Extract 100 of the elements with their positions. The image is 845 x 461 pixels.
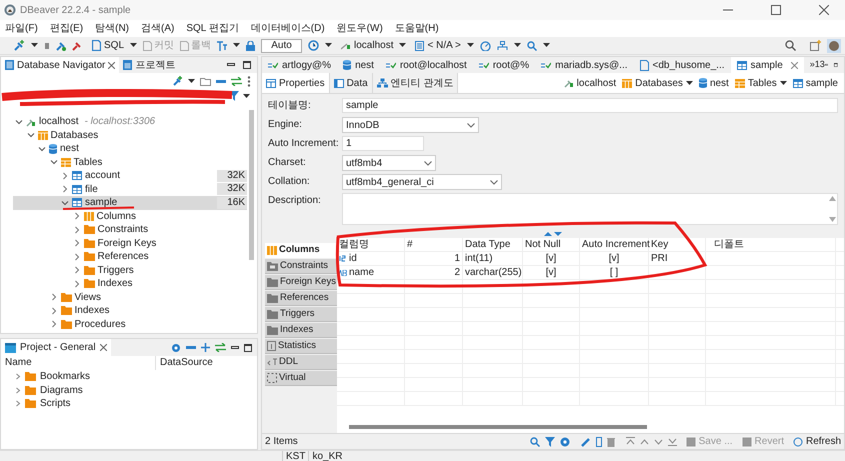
clock-icon[interactable] bbox=[308, 40, 320, 51]
editor-tab[interactable]: mariadb.sys@... bbox=[535, 57, 634, 73]
expand-icon[interactable] bbox=[201, 343, 210, 352]
menu-item[interactable]: 검색(A) bbox=[141, 21, 174, 36]
caret-icon[interactable] bbox=[542, 43, 550, 48]
lock-icon[interactable] bbox=[246, 40, 256, 50]
caret-icon[interactable] bbox=[514, 43, 521, 48]
menu-item[interactable]: 윈도우(W) bbox=[336, 21, 383, 36]
side-tab[interactable]: Virtual bbox=[265, 371, 337, 386]
chevron-right-icon[interactable] bbox=[72, 239, 80, 248]
caret-icon[interactable] bbox=[233, 43, 240, 48]
folder-outline-icon[interactable] bbox=[200, 77, 211, 86]
minimize-icon[interactable] bbox=[824, 63, 828, 67]
chevron-down-icon[interactable] bbox=[38, 144, 46, 153]
scroll-down-icon[interactable] bbox=[828, 217, 836, 222]
editor-tab[interactable]: <db_husome_... bbox=[634, 57, 731, 73]
menu-item[interactable]: 데이터베이스(D) bbox=[250, 21, 325, 36]
search-icon[interactable] bbox=[526, 40, 537, 50]
gear-icon[interactable] bbox=[171, 342, 181, 352]
tree-item[interactable]: account bbox=[85, 168, 120, 184]
chevron-down-icon[interactable] bbox=[61, 198, 69, 207]
tree-item[interactable]: Databases bbox=[50, 128, 98, 143]
menu-item[interactable]: 탐색(N) bbox=[95, 21, 130, 36]
tree-item[interactable]: Procedures bbox=[74, 316, 126, 332]
close-icon[interactable] bbox=[108, 62, 116, 68]
chevron-down-icon[interactable] bbox=[15, 118, 23, 126]
filter-icon[interactable] bbox=[229, 91, 240, 101]
schema-selector[interactable]: < N/A > bbox=[415, 38, 461, 53]
project-tab[interactable]: Project - General bbox=[1, 339, 111, 356]
link-arrows-icon[interactable] bbox=[215, 343, 226, 352]
chevron-right-icon[interactable] bbox=[72, 266, 80, 274]
disconnect-icon[interactable] bbox=[72, 40, 82, 50]
refresh-button[interactable]: Refresh bbox=[792, 434, 841, 449]
chevron-right-icon[interactable] bbox=[72, 226, 80, 234]
minimize-icon[interactable] bbox=[227, 63, 235, 67]
sub-tab[interactable]: Data bbox=[330, 73, 373, 93]
pencil-icon[interactable] bbox=[580, 436, 591, 446]
tree-item[interactable]: Tables bbox=[74, 154, 102, 170]
breadcrumb-item[interactable]: sample bbox=[792, 76, 838, 90]
search-icon[interactable] bbox=[785, 40, 796, 51]
editor-tab[interactable]: root@% bbox=[472, 57, 536, 73]
tab-overflow-button[interactable]: »13 bbox=[810, 58, 825, 72]
caret-icon[interactable] bbox=[780, 80, 787, 86]
column-header[interactable]: 컬럼명 bbox=[337, 238, 405, 251]
column-header[interactable]: Auto Increment bbox=[580, 238, 649, 251]
caret-icon[interactable] bbox=[466, 43, 474, 48]
mode-field[interactable]: Auto bbox=[261, 38, 302, 52]
connection-selector[interactable]: localhost bbox=[341, 38, 394, 53]
breadcrumb-item[interactable]: Databases bbox=[622, 76, 693, 90]
text-field[interactable]: sample bbox=[342, 98, 838, 113]
side-tab[interactable]: Statistics bbox=[265, 339, 337, 354]
scroll-up-icon[interactable] bbox=[828, 196, 836, 201]
maximize-icon[interactable] bbox=[244, 344, 252, 352]
dropdown[interactable]: utf8mb4 bbox=[342, 155, 436, 171]
caret-icon[interactable] bbox=[243, 94, 250, 98]
menu-item[interactable]: 편집(E) bbox=[50, 21, 84, 36]
tree-item[interactable]: Diagrams bbox=[40, 382, 83, 398]
chevron-right-icon[interactable] bbox=[61, 172, 69, 180]
chevron-down-icon[interactable] bbox=[50, 158, 58, 166]
column-header[interactable]: Not Null bbox=[523, 238, 580, 251]
maximize-icon[interactable] bbox=[834, 61, 838, 69]
tree-item[interactable]: Indexes bbox=[74, 303, 110, 318]
text-field[interactable]: 1 bbox=[342, 136, 424, 151]
tree-item-selected[interactable]: sample 16K bbox=[13, 196, 247, 210]
caret-icon[interactable] bbox=[31, 43, 38, 48]
side-tab[interactable]: Constraints bbox=[265, 259, 337, 274]
filter-icon[interactable] bbox=[544, 436, 555, 446]
tree-item[interactable]: nest bbox=[60, 141, 79, 156]
close-icon[interactable] bbox=[819, 5, 829, 15]
column-header[interactable]: # bbox=[405, 238, 463, 251]
plug-add-icon[interactable] bbox=[172, 76, 183, 87]
chevron-right-icon[interactable] bbox=[50, 320, 58, 328]
text-area[interactable] bbox=[342, 193, 838, 225]
chevron-right-icon[interactable] bbox=[72, 280, 80, 288]
tree-item[interactable]: Bookmarks bbox=[40, 369, 90, 384]
hierarchy-icon[interactable] bbox=[496, 40, 508, 50]
tree-item[interactable]: Scripts bbox=[40, 396, 71, 412]
chevron-right-icon[interactable] bbox=[61, 185, 69, 194]
maximize-icon[interactable] bbox=[771, 5, 781, 15]
transaction-icon[interactable] bbox=[217, 40, 228, 50]
breadcrumb-item[interactable]: nest bbox=[698, 76, 729, 90]
caret-icon[interactable] bbox=[325, 43, 332, 48]
menu-item[interactable]: 도움말(H) bbox=[394, 21, 439, 36]
editor-tab[interactable]: root@localhost bbox=[380, 57, 473, 73]
sql-editor-button[interactable]: SQL bbox=[92, 38, 124, 53]
dropdown[interactable]: utf8mb4_general_ci bbox=[342, 174, 502, 190]
column-header[interactable]: Data Type bbox=[463, 238, 523, 251]
move-bottom-icon[interactable] bbox=[668, 437, 677, 446]
tree-item[interactable]: file bbox=[85, 182, 98, 197]
tree-item[interactable]: localhost bbox=[39, 114, 78, 130]
menu-item[interactable]: 파일(F) bbox=[5, 21, 38, 36]
trash-icon[interactable] bbox=[606, 436, 615, 446]
maximize-icon[interactable] bbox=[243, 61, 251, 69]
tree-item[interactable]: Triggers bbox=[98, 262, 134, 278]
close-icon[interactable] bbox=[100, 344, 107, 351]
chevron-down-icon[interactable] bbox=[26, 131, 34, 140]
tree-item[interactable]: Foreign Keys bbox=[98, 236, 156, 251]
side-tab[interactable]: Triggers bbox=[265, 307, 337, 322]
dropdown[interactable]: InnoDB bbox=[342, 117, 479, 133]
sub-tab[interactable]: 엔티티 관계도 bbox=[372, 73, 458, 93]
